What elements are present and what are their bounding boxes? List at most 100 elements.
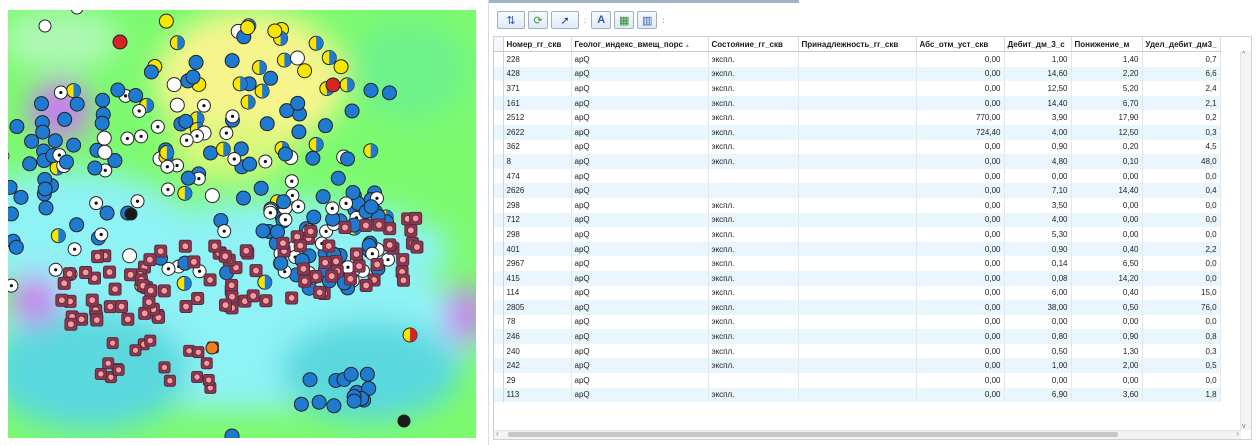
row-selector[interactable] bbox=[494, 168, 504, 184]
vertical-scrollbar[interactable]: ^ v bbox=[1240, 51, 1251, 430]
table-row[interactable]: 228 apQ экспл. 0,00 1,00 1,40 0,7 bbox=[494, 51, 1221, 67]
table-row[interactable]: 371 apQ экспл. 0,00 12,50 5,20 2,4 bbox=[494, 81, 1221, 96]
table-cell: 0,50 bbox=[1004, 343, 1072, 359]
table-cell: apQ bbox=[571, 343, 709, 359]
row-selector[interactable] bbox=[494, 197, 504, 213]
table-row[interactable]: 362 apQ экспл. 0,00 0,90 0,20 4,5 bbox=[494, 139, 1221, 155]
table-cell: 0,0 bbox=[1142, 270, 1221, 286]
table-cell: 12,50 bbox=[1071, 124, 1143, 140]
column-header-6[interactable]: Понижение_м bbox=[1071, 37, 1143, 52]
row-selector[interactable] bbox=[494, 329, 504, 344]
row-selector[interactable] bbox=[494, 110, 504, 125]
table-cell bbox=[798, 270, 917, 286]
table-row[interactable]: 474 apQ 0,00 0,00 0,00 0,0 bbox=[494, 168, 1221, 184]
table-row[interactable]: 113 apQ экспл. 0,00 6,90 3,60 1,8 bbox=[494, 387, 1221, 403]
table-row[interactable]: 2967 apQ экспл. 0,00 0,14 6,50 0,0 bbox=[494, 256, 1221, 271]
well-marker-dot bbox=[197, 177, 201, 181]
text-tool-icon[interactable]: A bbox=[591, 11, 612, 29]
table-cell: 2967 bbox=[503, 256, 572, 271]
table-row[interactable]: 242 apQ экспл. 0,00 1,00 2,00 0,5 bbox=[494, 358, 1221, 374]
scroll-up-icon[interactable]: ^ bbox=[1242, 51, 1245, 58]
add-table-icon[interactable]: ▦ bbox=[614, 11, 635, 29]
row-selector[interactable] bbox=[494, 300, 504, 315]
well-marker bbox=[326, 398, 342, 414]
row-selector[interactable] bbox=[494, 241, 504, 257]
row-selector[interactable] bbox=[494, 51, 504, 67]
table-row[interactable]: 2512 apQ экспл. 770,00 3,90 17,90 0,2 bbox=[494, 110, 1221, 125]
scroll-left-icon[interactable]: ‹ bbox=[496, 429, 499, 438]
row-selector[interactable] bbox=[494, 256, 504, 271]
row-selector[interactable] bbox=[494, 373, 504, 388]
table-row[interactable]: 8 apQ экспл. 0,00 4,80 0,10 48,0 bbox=[494, 154, 1221, 169]
refresh-icon[interactable]: ⟳ bbox=[528, 11, 548, 29]
table-cell: экспл. bbox=[708, 81, 799, 96]
column-header-4[interactable]: Абс_отм_уст_скв bbox=[916, 37, 1005, 52]
table-row[interactable]: 2622 apQ экспл. 724,40 4,00 12,50 0,3 bbox=[494, 124, 1221, 140]
column-header-1[interactable]: Геолог_индекс_вмещ_порс ▲ bbox=[571, 37, 709, 52]
horizontal-scroll-thumb[interactable] bbox=[508, 432, 1118, 437]
row-selector[interactable] bbox=[494, 387, 504, 403]
table-row[interactable]: 415 apQ экспл. 0,00 0,08 14,20 0,0 bbox=[494, 270, 1221, 286]
table-row[interactable]: 2626 apQ 0,00 7,10 14,40 0,4 bbox=[494, 183, 1221, 198]
well-marker-dot bbox=[165, 165, 169, 169]
table-row[interactable]: 428 apQ экспл. 0,00 14,60 2,20 6,6 bbox=[494, 66, 1221, 82]
table-cell: 0,0 bbox=[1142, 256, 1221, 271]
table-cell bbox=[798, 168, 917, 184]
row-selector[interactable] bbox=[494, 343, 504, 359]
table-row[interactable]: 29 apQ 0,00 0,00 0,00 0,0 bbox=[494, 373, 1221, 388]
row-selector[interactable] bbox=[494, 139, 504, 155]
row-selector[interactable] bbox=[494, 124, 504, 140]
table-cell: 7,10 bbox=[1004, 183, 1072, 198]
row-selector[interactable] bbox=[494, 154, 504, 169]
row-selector[interactable] bbox=[494, 270, 504, 286]
row-selector[interactable] bbox=[494, 314, 504, 330]
column-header-3[interactable]: Принадлежность_гг_скв bbox=[798, 37, 917, 52]
row-selector[interactable] bbox=[494, 95, 504, 111]
table-row[interactable]: 240 apQ экспл. 0,00 0,50 1,30 0,3 bbox=[494, 343, 1221, 359]
well-marker-dot bbox=[156, 125, 160, 129]
row-selector[interactable] bbox=[494, 358, 504, 374]
table-row[interactable]: 114 apQ экспл. 0,00 6,00 0,40 15,0 bbox=[494, 285, 1221, 301]
table-row[interactable]: 401 apQ экспл. 0,00 0,90 0,40 2,2 bbox=[494, 241, 1221, 257]
well-marker-inner bbox=[109, 339, 117, 347]
table-cell: 6,00 bbox=[1004, 285, 1072, 301]
well-marker bbox=[330, 170, 346, 186]
table-row[interactable]: 2805 apQ экспл. 0,00 38,00 0,50 76,0 bbox=[494, 300, 1221, 315]
column-header-2[interactable]: Состояние_гг_скв bbox=[708, 37, 799, 52]
table-row[interactable]: 246 apQ экспл. 0,00 0,80 0,90 0,8 bbox=[494, 329, 1221, 344]
scroll-right-icon[interactable]: › bbox=[1236, 429, 1239, 438]
row-selector[interactable] bbox=[494, 227, 504, 242]
horizontal-scrollbar[interactable]: ‹ › bbox=[494, 429, 1241, 439]
table-row[interactable]: 161 apQ экспл. 0,00 14,40 6,70 2,1 bbox=[494, 95, 1221, 111]
well-marker bbox=[253, 180, 269, 196]
well-marker-inner bbox=[413, 243, 421, 251]
column-header-0[interactable]: Номер_гг_скв bbox=[503, 37, 572, 52]
table-cell bbox=[798, 197, 917, 213]
table-cell bbox=[798, 212, 917, 228]
row-selector[interactable] bbox=[494, 81, 504, 96]
table-row[interactable]: 298 apQ экспл. 0,00 3,50 0,00 0,0 bbox=[494, 197, 1221, 213]
well-marker-inner bbox=[181, 242, 190, 251]
table-cell: 38,00 bbox=[1004, 300, 1072, 315]
row-selector[interactable] bbox=[494, 285, 504, 301]
table-cell: apQ bbox=[571, 197, 709, 213]
row-selector[interactable] bbox=[494, 66, 504, 82]
well-marker bbox=[273, 255, 289, 271]
table-cell: 401 bbox=[503, 241, 572, 257]
column-header-5[interactable]: Дебит_дм_3_с bbox=[1004, 37, 1072, 52]
row-selector[interactable] bbox=[494, 183, 504, 198]
well-marker bbox=[122, 248, 138, 264]
column-header-7[interactable]: Удел_дебит_дм3_ bbox=[1142, 37, 1221, 52]
map-canvas[interactable] bbox=[0, 0, 480, 445]
arrange-icon[interactable]: ⇅ bbox=[497, 11, 525, 29]
row-selector[interactable] bbox=[494, 212, 504, 228]
table-row[interactable]: 78 apQ экспл. 0,00 0,00 0,00 0,0 bbox=[494, 314, 1221, 330]
attribute-grid[interactable]: Номер_гг_скв Геолог_индекс_вмещ_порс ▲ Сост… bbox=[493, 36, 1252, 440]
table-row[interactable]: 712 apQ экспл. 0,00 4,00 0,00 0,0 bbox=[494, 212, 1221, 228]
map-view[interactable] bbox=[0, 0, 480, 445]
attribute-table-panel: ⇅ ⟳ ➚ : A ▦ ▥ : Номер_гг_скв Геолог_индек… bbox=[488, 0, 1257, 445]
info-icon[interactable]: ▥ bbox=[637, 11, 658, 29]
scroll-down-icon[interactable]: v bbox=[1242, 423, 1246, 430]
select-pointer-icon[interactable]: ➚ bbox=[551, 11, 579, 29]
table-row[interactable]: 298 apQ экспл. 0,00 5,30 0,00 0,0 bbox=[494, 227, 1221, 242]
